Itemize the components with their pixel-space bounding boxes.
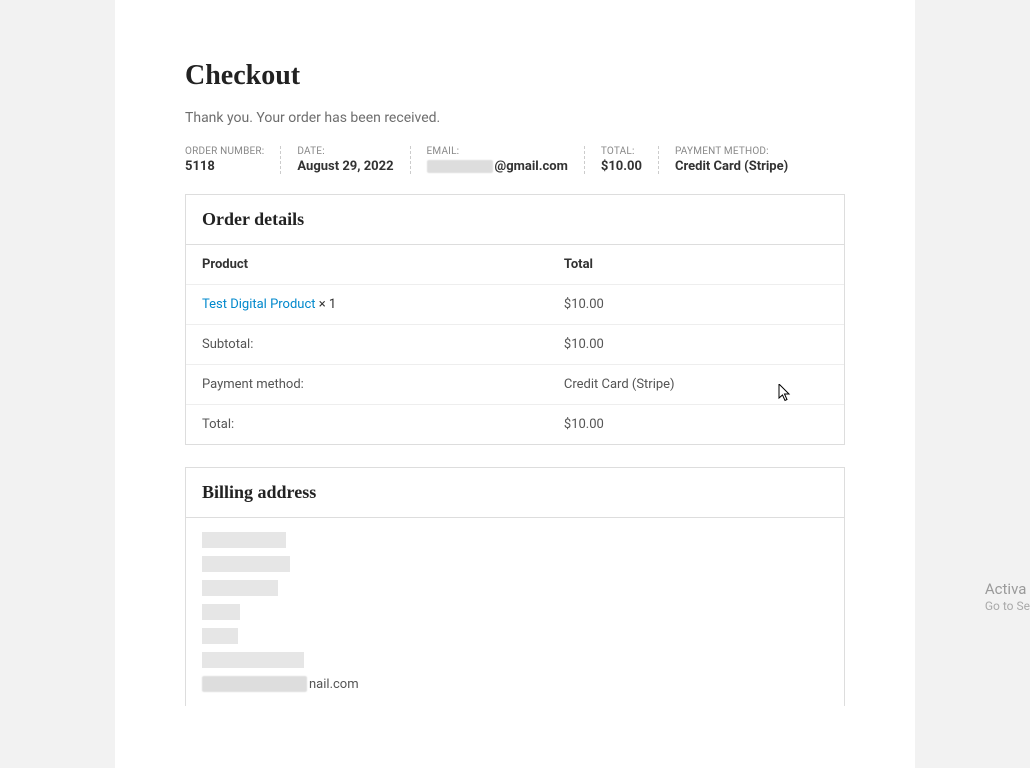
total-label-cell: Total: xyxy=(186,405,548,445)
table-row: Test Digital Product × 1 $10.00 xyxy=(186,285,844,325)
table-row: Subtotal: $10.00 xyxy=(186,325,844,365)
billing-address-body: nail.com xyxy=(186,518,844,706)
redacted-line xyxy=(202,532,286,548)
order-email-label: EMAIL: xyxy=(427,146,568,157)
watermark-line-2: Go to Se xyxy=(985,599,1030,615)
order-date-value: August 29, 2022 xyxy=(297,159,393,174)
billing-address-section: Billing address nail.com xyxy=(185,467,845,706)
windows-activation-watermark: Activa Go to Se xyxy=(985,580,1030,615)
page-title: Checkout xyxy=(185,60,845,92)
billing-address-heading: Billing address xyxy=(202,482,828,503)
redacted-line xyxy=(202,652,304,668)
order-payment-method-block: PAYMENT METHOD: Credit Card (Stripe) xyxy=(675,146,788,174)
product-cell: Test Digital Product × 1 xyxy=(186,285,548,325)
table-row: Payment method: Credit Card (Stripe) xyxy=(186,365,844,405)
redacted-line xyxy=(202,628,238,644)
redacted-email-prefix xyxy=(427,160,493,173)
order-meta: ORDER NUMBER: 5118 DATE: August 29, 2022… xyxy=(185,146,845,174)
redacted-line xyxy=(202,676,307,692)
order-details-header: Order details xyxy=(186,195,844,245)
table-row: Total: $10.00 xyxy=(186,405,844,445)
redacted-line xyxy=(202,604,240,620)
order-total-value: $10.00 xyxy=(601,159,642,174)
order-number-label: ORDER NUMBER: xyxy=(185,146,264,157)
payment-method-label-cell: Payment method: xyxy=(186,365,548,405)
order-number-block: ORDER NUMBER: 5118 xyxy=(185,146,281,174)
order-payment-method-label: PAYMENT METHOD: xyxy=(675,146,788,157)
order-number-value: 5118 xyxy=(185,159,264,174)
total-value-cell: $10.00 xyxy=(548,405,844,445)
payment-method-value-cell: Credit Card (Stripe) xyxy=(548,365,844,405)
order-date-block: DATE: August 29, 2022 xyxy=(297,146,410,174)
product-link[interactable]: Test Digital Product xyxy=(202,297,316,312)
product-qty: × 1 xyxy=(319,297,336,312)
table-header-row: Product Total xyxy=(186,245,844,285)
thank-you-message: Thank you. Your order has been received. xyxy=(185,110,845,126)
order-email-suffix: @gmail.com xyxy=(495,159,568,174)
subtotal-label-cell: Subtotal: xyxy=(186,325,548,365)
order-total-label: TOTAL: xyxy=(601,146,642,157)
billing-email-row: nail.com xyxy=(202,676,828,692)
checkout-page: Checkout Thank you. Your order has been … xyxy=(115,0,915,768)
order-date-label: DATE: xyxy=(297,146,393,157)
redacted-line xyxy=(202,556,290,572)
product-total-cell: $10.00 xyxy=(548,285,844,325)
order-details-section: Order details Product Total Test Digital… xyxy=(185,194,845,445)
order-payment-method-value: Credit Card (Stripe) xyxy=(675,159,788,174)
order-email-block: EMAIL: @gmail.com xyxy=(427,146,585,174)
billing-email-suffix: nail.com xyxy=(309,677,359,692)
watermark-line-1: Activa xyxy=(985,580,1030,600)
redacted-line xyxy=(202,580,278,596)
header-total: Total xyxy=(548,245,844,285)
billing-address-header: Billing address xyxy=(186,468,844,518)
order-email-value: @gmail.com xyxy=(427,159,568,174)
order-details-heading: Order details xyxy=(202,209,828,230)
subtotal-value-cell: $10.00 xyxy=(548,325,844,365)
header-product: Product xyxy=(186,245,548,285)
order-details-table: Product Total Test Digital Product × 1 $… xyxy=(186,245,844,444)
order-total-block: TOTAL: $10.00 xyxy=(601,146,659,174)
